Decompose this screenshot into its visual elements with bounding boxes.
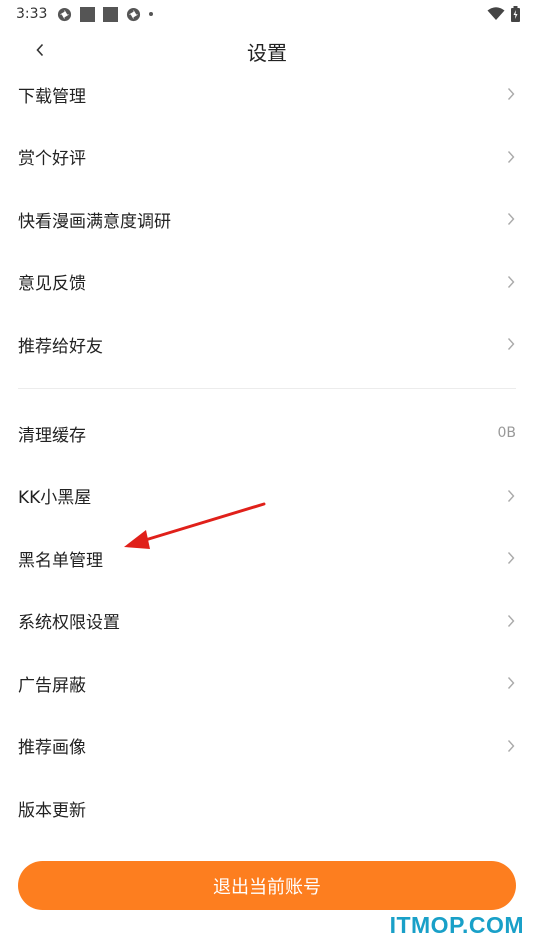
list-item-recommendation-profile[interactable]: 推荐画像	[0, 715, 534, 778]
list-item-ad-blocking[interactable]: 广告屏蔽	[0, 652, 534, 715]
list-item-recommend-to-friends[interactable]: 推荐给好友	[0, 313, 534, 376]
chevron-right-icon	[507, 739, 515, 752]
list-item-kk-black-room[interactable]: KK小黑屋	[0, 465, 534, 528]
battery-icon	[511, 6, 520, 22]
list-item-label: 下载管理	[18, 86, 86, 107]
list-item-label: KK小黑屋	[18, 488, 92, 509]
wifi-icon	[487, 7, 505, 20]
list-item-label: 系统权限设置	[18, 613, 120, 634]
square-icon	[80, 6, 96, 22]
list-item-label: 清理缓存	[18, 425, 86, 446]
list-item-label: 版本更新	[18, 800, 86, 821]
list-item-rate-app[interactable]: 赏个好评	[0, 126, 534, 189]
chevron-right-icon	[507, 552, 515, 565]
list-item-clear-cache[interactable]: 清理缓存 0B	[0, 402, 534, 465]
chevron-right-icon	[507, 677, 515, 690]
cache-size-value: 0B	[497, 425, 516, 442]
square-icon	[103, 6, 119, 22]
chevron-right-icon	[507, 275, 515, 288]
back-button[interactable]	[28, 38, 52, 62]
chevron-right-icon	[507, 150, 515, 163]
chevron-right-icon	[507, 489, 515, 502]
list-item-label: 快看漫画满意度调研	[18, 211, 171, 232]
list-item-label: 推荐画像	[18, 738, 86, 759]
settings-group-1: 下载管理 赏个好评 快看漫画满意度调研 意见反馈 推荐给好友	[0, 63, 534, 376]
list-item-label: 广告屏蔽	[18, 675, 86, 696]
list-item-download-management[interactable]: 下载管理	[0, 63, 534, 126]
section-divider	[18, 388, 516, 389]
pinwheel-icon	[127, 7, 141, 21]
page-title: 设置	[247, 40, 287, 65]
list-item-feedback[interactable]: 意见反馈	[0, 251, 534, 314]
chevron-right-icon	[507, 614, 515, 627]
status-time: 3:33	[16, 6, 48, 22]
watermark: ITMOP.COM	[389, 912, 524, 938]
chevron-right-icon	[507, 213, 515, 226]
list-item-satisfaction-survey[interactable]: 快看漫画满意度调研	[0, 188, 534, 251]
chevron-right-icon	[507, 338, 515, 351]
list-item-system-permissions[interactable]: 系统权限设置	[0, 590, 534, 653]
pinwheel-icon	[58, 7, 72, 21]
chevron-left-icon	[36, 43, 44, 57]
list-item-label: 推荐给好友	[18, 336, 103, 357]
logout-button[interactable]: 退出当前账号	[18, 861, 516, 910]
settings-group-2: 清理缓存 0B KK小黑屋 黑名单管理 系统权限设置 广告屏蔽 推荐画像 版本更…	[0, 402, 534, 840]
notification-icons	[57, 6, 154, 22]
system-icons	[487, 6, 520, 22]
status-bar: 3:33	[0, 0, 534, 28]
list-item-label: 意见反馈	[18, 274, 86, 295]
list-item-label: 黑名单管理	[18, 550, 103, 571]
list-item-version-update[interactable]: 版本更新	[0, 777, 534, 840]
chevron-right-icon	[507, 88, 515, 101]
list-item-label: 赏个好评	[18, 149, 86, 170]
list-item-blacklist-management[interactable]: 黑名单管理	[0, 527, 534, 590]
dot-icon	[149, 12, 154, 16]
